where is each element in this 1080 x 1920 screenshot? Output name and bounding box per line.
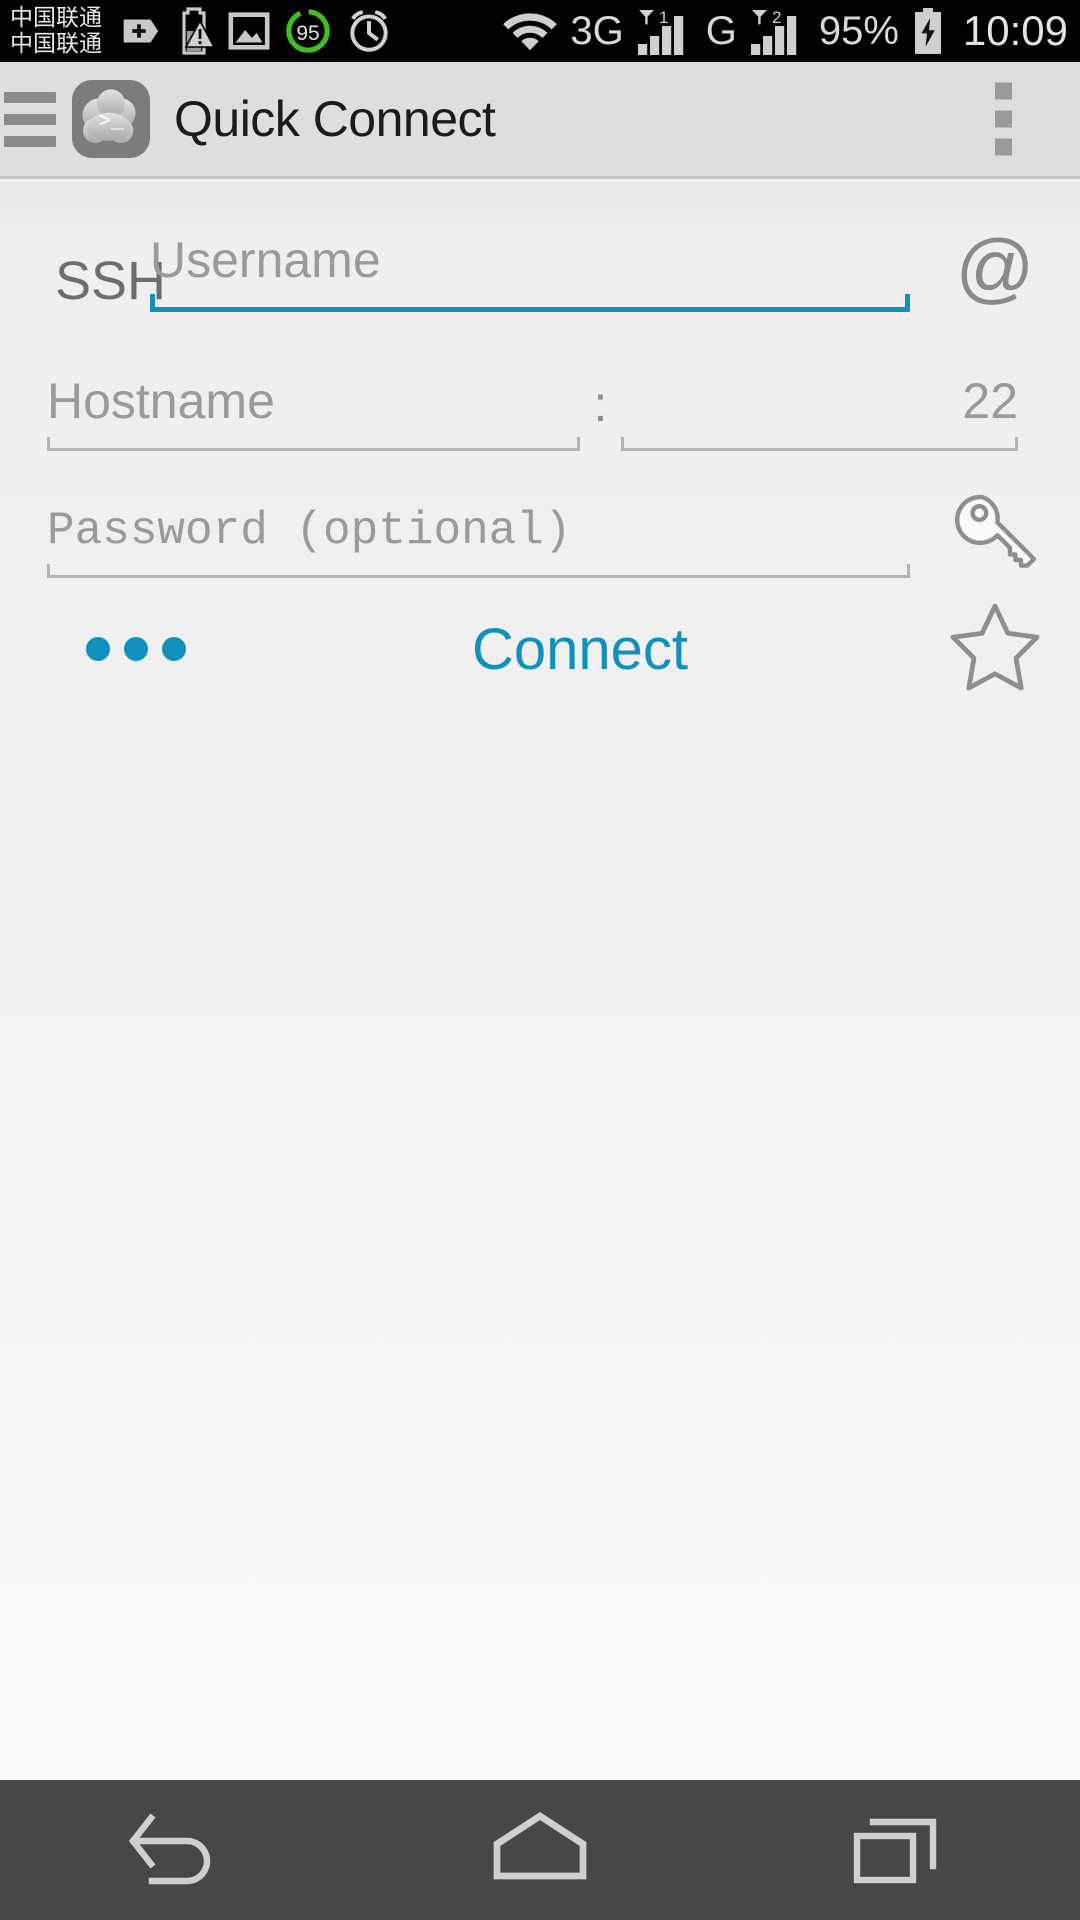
ellipsis-icon[interactable] — [0, 637, 250, 661]
password-input[interactable]: Password (optional) — [47, 505, 910, 578]
key-icon[interactable] — [910, 490, 1080, 578]
username-underline — [150, 294, 910, 312]
signal-bars-sim2-icon: 2 — [750, 8, 797, 55]
sim-1-label: 1 — [659, 8, 668, 27]
quick-connect-form: SSH Username @ Hostname : 22 Password (o… — [0, 182, 1080, 1780]
carrier-label: 中国联通 中国联通 — [10, 5, 102, 57]
page-title: Quick Connect — [174, 91, 496, 147]
wifi-icon — [503, 13, 558, 51]
logo-cloud-icon: >_ — [82, 89, 136, 144]
cloud-terminal-logo: >_ — [72, 80, 150, 158]
app-bar: >_ Quick Connect — [0, 62, 1080, 179]
logo-prompt-text: >_ — [98, 110, 124, 134]
network-type-2: G — [705, 8, 737, 53]
network-type-1: 3G — [570, 8, 624, 53]
port-input[interactable]: 22 — [621, 372, 1019, 451]
key-glyph — [955, 494, 1037, 568]
port-value: 22 — [962, 373, 1019, 429]
status-clock: 10:09 — [962, 7, 1068, 54]
back-arrow-icon[interactable] — [0, 1780, 360, 1920]
back-glyph — [128, 1813, 211, 1885]
star-glyph — [950, 603, 1040, 691]
add-hexagon-icon — [123, 19, 159, 43]
hostname-input[interactable]: Hostname — [47, 372, 580, 451]
image-icon — [228, 12, 270, 50]
connect-row: Connect — [0, 600, 1080, 698]
port-separator: : — [593, 376, 608, 432]
star-outline-icon[interactable] — [910, 600, 1080, 698]
username-placeholder: Username — [150, 232, 381, 288]
port-underline — [621, 437, 1019, 451]
recent-apps-icon[interactable] — [720, 1780, 1080, 1920]
at-glyph: @ — [955, 223, 1035, 311]
hostname-row: Hostname : 22 — [0, 372, 1080, 451]
sim-2-label: 2 — [772, 8, 781, 27]
connect-button[interactable]: Connect — [250, 616, 910, 683]
battery-warning-icon — [182, 7, 214, 55]
overflow-menu-icon[interactable] — [989, 77, 1018, 162]
hostname-underline — [47, 437, 580, 451]
username-row: SSH Username @ — [0, 228, 1080, 312]
status-bar: 中国联通 中国联通 95 3G 1 G 2 95% 10:09 — [0, 0, 1080, 62]
password-row: Password (optional) — [0, 490, 1080, 578]
hostname-placeholder: Hostname — [47, 373, 275, 429]
carrier-line-2: 中国联通 — [10, 31, 102, 57]
system-navigation-bar — [0, 1780, 1080, 1920]
password-placeholder: Password (optional) — [47, 505, 572, 557]
battery-percent-label: 95% — [818, 8, 899, 53]
carrier-line-1: 中国联通 — [10, 5, 102, 31]
status-system-icons: 3G 1 G 2 95% 10:09 — [502, 0, 1068, 62]
home-glyph — [493, 1811, 587, 1880]
username-input[interactable]: Username — [150, 231, 910, 312]
password-underline — [47, 564, 910, 578]
signal-bars-sim1-icon: 1 — [637, 8, 683, 55]
alarm-clock-icon — [350, 10, 388, 52]
recents-glyph — [853, 1818, 937, 1884]
at-sign-icon[interactable]: @ — [910, 228, 1080, 312]
score-badge-text: 95 — [296, 22, 319, 45]
protocol-label: SSH — [55, 251, 167, 311]
hamburger-menu-icon[interactable] — [4, 91, 56, 147]
score-95-icon: 95 — [286, 9, 330, 53]
home-icon[interactable] — [360, 1780, 720, 1920]
screen: 中国联通 中国联通 95 3G 1 G 2 95% 10:09 >_ Quick… — [0, 0, 1080, 1920]
battery-charging-icon — [914, 8, 941, 54]
status-notification-icons: 95 — [116, 6, 394, 56]
